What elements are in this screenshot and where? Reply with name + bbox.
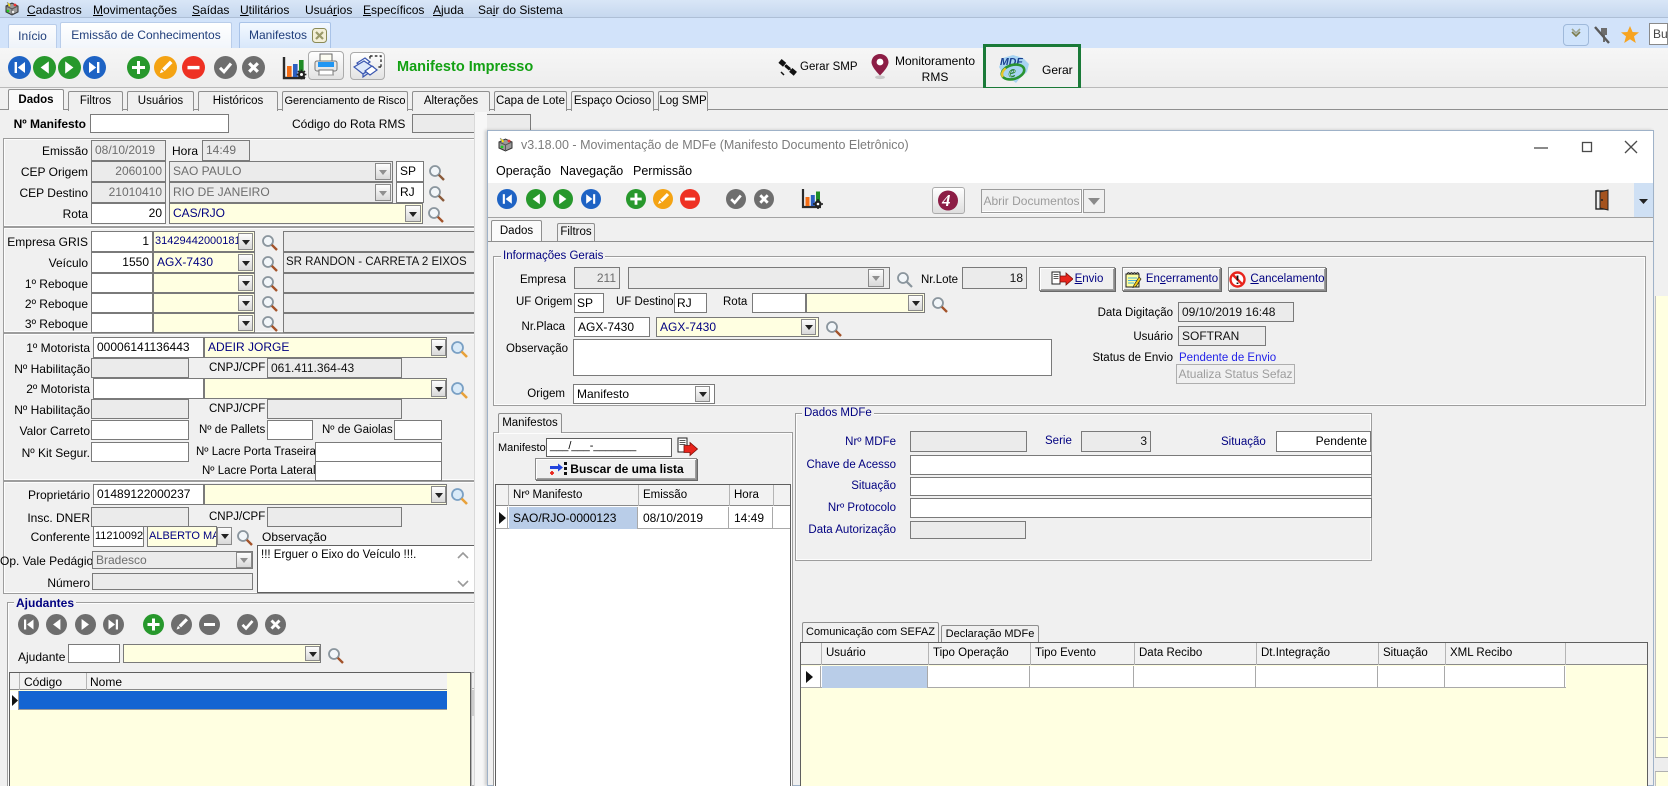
svg-text:e: e	[1009, 64, 1016, 81]
svg-text:4: 4	[941, 191, 951, 210]
